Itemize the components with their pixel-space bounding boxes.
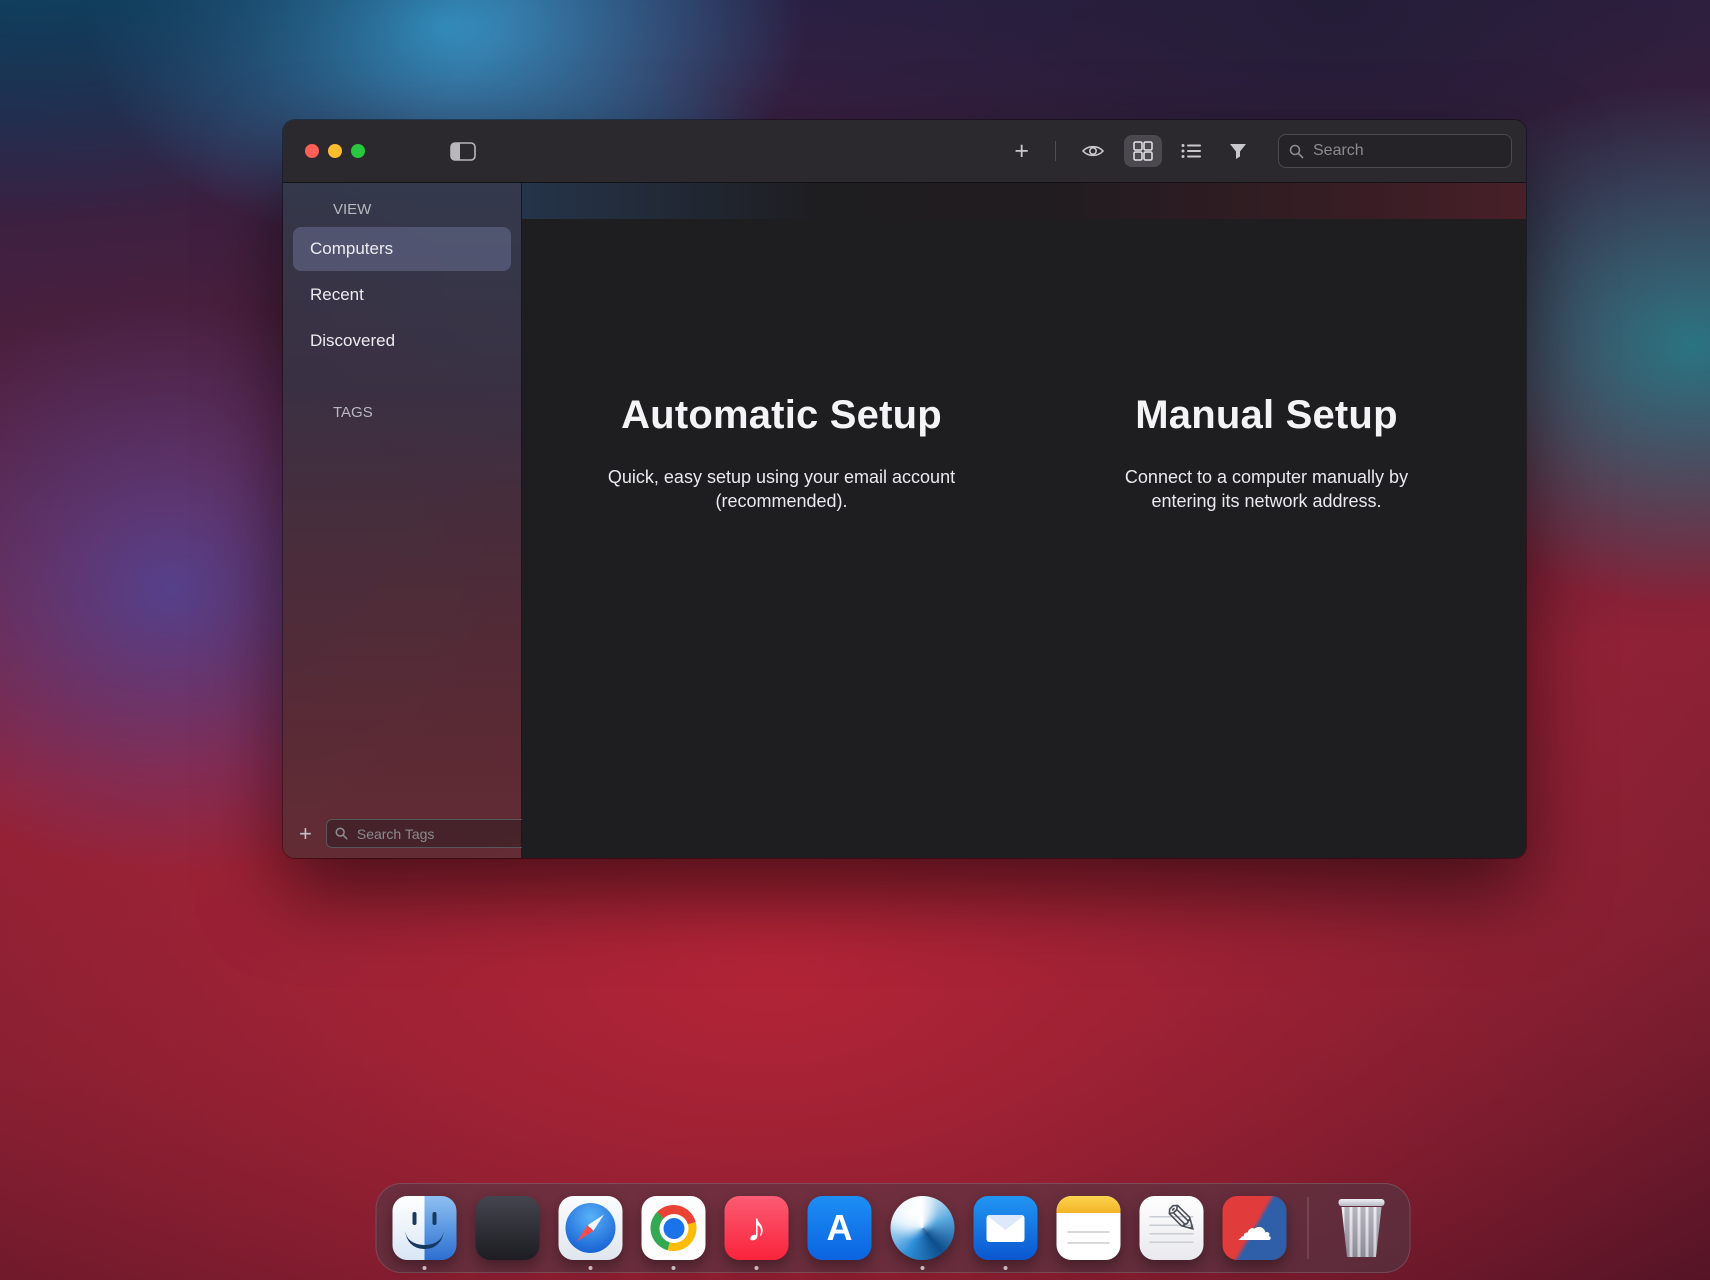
sidebar-item-label: Recent xyxy=(310,285,364,305)
dock-mail[interactable] xyxy=(972,1194,1040,1262)
filter-icon[interactable] xyxy=(1220,137,1256,166)
running-indicator xyxy=(672,1266,676,1270)
eye-icon[interactable] xyxy=(1072,137,1114,165)
add-tag-button[interactable]: + xyxy=(295,825,316,843)
sidebar-empty-area xyxy=(283,429,521,811)
list-view-icon[interactable] xyxy=(1172,137,1210,165)
cloud-app-icon: ☁ xyxy=(1223,1196,1287,1260)
sidebar: VIEW Computers Recent Discovered TAGS + xyxy=(283,183,522,858)
chrome-icon xyxy=(642,1196,706,1260)
sidebar-section-tags: TAGS xyxy=(283,404,521,429)
textedit-icon: ✎ xyxy=(1140,1196,1204,1260)
setup-options: Automatic Setup Quick, easy setup using … xyxy=(522,183,1526,514)
pen-glyph: ✎ xyxy=(1165,1197,1199,1243)
music-icon: ♪ xyxy=(725,1196,789,1260)
launchpad-icon xyxy=(476,1196,540,1260)
grid-view-icon[interactable] xyxy=(1124,135,1162,167)
automatic-setup-option[interactable]: Automatic Setup Quick, easy setup using … xyxy=(559,393,1004,514)
dock-textedit[interactable]: ✎ xyxy=(1138,1194,1206,1262)
running-indicator xyxy=(755,1266,759,1270)
trash-icon xyxy=(1339,1199,1385,1257)
search-icon xyxy=(1289,144,1304,159)
running-indicator xyxy=(1004,1266,1008,1270)
add-computer-button[interactable]: + xyxy=(1004,137,1039,165)
safari-icon xyxy=(559,1196,623,1260)
tags-search-field[interactable] xyxy=(326,819,549,848)
app-window: + xyxy=(283,120,1526,858)
toolbar-divider xyxy=(1055,141,1056,161)
main-content: Automatic Setup Quick, easy setup using … xyxy=(522,183,1526,858)
content-top-tint xyxy=(522,183,1526,219)
dock-app-store[interactable]: A xyxy=(806,1194,874,1262)
toolbar-search-field[interactable] xyxy=(1278,134,1512,168)
minimize-button[interactable] xyxy=(328,144,342,158)
dock-notes[interactable] xyxy=(1055,1194,1123,1262)
dock-finder[interactable] xyxy=(391,1194,459,1262)
sidebar-toggle-icon[interactable] xyxy=(441,136,485,167)
window-titlebar[interactable]: + xyxy=(283,120,1526,183)
dock-cloud-app[interactable]: ☁ xyxy=(1221,1194,1289,1262)
close-button[interactable] xyxy=(305,144,319,158)
automatic-setup-description: Quick, easy setup using your email accou… xyxy=(587,465,977,514)
search-input[interactable] xyxy=(1311,141,1501,161)
finder-icon xyxy=(393,1196,457,1260)
search-icon xyxy=(335,827,348,840)
dock-chrome[interactable] xyxy=(640,1194,708,1262)
manual-setup-option[interactable]: Manual Setup Connect to a computer manua… xyxy=(1044,393,1489,514)
screens-icon xyxy=(891,1196,955,1260)
running-indicator xyxy=(921,1266,925,1270)
music-note-glyph: ♪ xyxy=(747,1206,767,1251)
tags-search-input[interactable] xyxy=(355,825,540,843)
sidebar-section-view: VIEW xyxy=(283,201,521,226)
running-indicator xyxy=(589,1266,593,1270)
sidebar-footer: + xyxy=(283,811,521,858)
dock-safari[interactable] xyxy=(557,1194,625,1262)
manual-setup-description: Connect to a computer manually by enteri… xyxy=(1101,465,1433,514)
dock-screens[interactable] xyxy=(889,1194,957,1262)
sidebar-item-label: Discovered xyxy=(310,331,395,351)
sidebar-item-computers[interactable]: Computers xyxy=(293,227,511,271)
dock-separator xyxy=(1308,1197,1309,1259)
notes-icon xyxy=(1057,1196,1121,1260)
app-store-glyph: A xyxy=(827,1207,853,1249)
zoom-button[interactable] xyxy=(351,144,365,158)
automatic-setup-title: Automatic Setup xyxy=(559,393,1004,438)
dock: ♪ A ✎ xyxy=(376,1183,1411,1273)
dock-trash[interactable] xyxy=(1328,1194,1396,1262)
sidebar-item-discovered[interactable]: Discovered xyxy=(293,319,511,363)
mail-icon xyxy=(974,1196,1038,1260)
dock-launchpad[interactable] xyxy=(474,1194,542,1262)
cloud-glyph: ☁ xyxy=(1237,1210,1273,1246)
sidebar-item-label: Computers xyxy=(310,239,393,259)
app-store-icon: A xyxy=(808,1196,872,1260)
traffic-lights xyxy=(305,144,365,158)
desktop-wallpaper: + xyxy=(0,0,1710,1280)
dock-music[interactable]: ♪ xyxy=(723,1194,791,1262)
manual-setup-title: Manual Setup xyxy=(1044,393,1489,438)
sidebar-item-recent[interactable]: Recent xyxy=(293,273,511,317)
running-indicator xyxy=(423,1266,427,1270)
